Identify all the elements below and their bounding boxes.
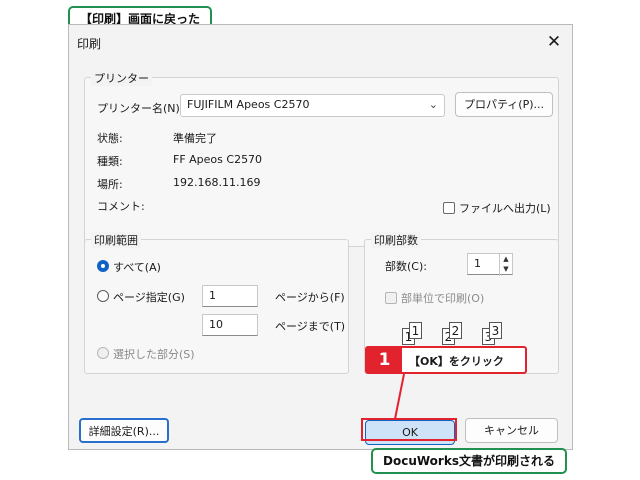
cancel-button[interactable]: キャンセル [465,418,558,443]
location-label: 場所: [97,178,123,191]
radio-pages[interactable] [97,290,109,302]
print-range-group: 印刷範囲 すべて(A) ページ指定(G) 1 ページから(F) 10 ページまで… [84,232,349,374]
printer-select-value: FUJIFILM Apeos C2570 [187,98,310,111]
from-page-input[interactable]: 1 [202,285,258,307]
status-label: 状態: [97,132,123,145]
sheet-icon: 1 [409,322,422,339]
radio-selection-label: 選択した部分(S) [113,348,195,361]
collate-label: 部単位で印刷(O) [401,292,485,305]
copies-group-label: 印刷部数 [371,232,421,248]
printer-select[interactable]: FUJIFILM Apeos C2570 ⌄ [180,94,445,117]
title-bar: 印刷 ✕ [69,25,572,59]
radio-selection[interactable] [97,347,109,359]
copies-stepper[interactable]: 1 ▲ ▼ [467,253,513,276]
step-callout: 1 【OK】をクリック [365,346,527,374]
printer-group: プリンター プリンター名(N): FUJIFILM Apeos C2570 ⌄ … [84,70,559,247]
to-page-input[interactable]: 10 [202,314,258,336]
status-value: 準備完了 [173,132,217,145]
comment-label: コメント: [97,200,145,213]
annotation-bottom-label: DocuWorks文書が印刷される [371,448,567,474]
sheet-icon: 3 [489,322,502,339]
step-number: 1 [367,348,402,372]
step-text: 【OK】をクリック [409,355,504,368]
collate-checkbox[interactable] [385,292,397,304]
chevron-down-icon: ⌄ [428,98,438,111]
copies-count-label: 部数(C): [385,260,427,273]
location-value: 192.168.11.169 [173,176,261,189]
radio-all[interactable] [97,260,109,272]
radio-all-label: すべて(A) [113,261,161,274]
sheet-icon: 2 [449,322,462,339]
print-to-file-label: ファイルへ出力(L) [459,202,551,215]
radio-pages-label: ページ指定(G) [113,291,185,304]
advanced-settings-button[interactable]: 詳細設定(R)... [79,418,169,443]
printer-group-label: プリンター [91,70,152,86]
close-icon[interactable]: ✕ [540,29,568,55]
print-dialog: 印刷 ✕ プリンター プリンター名(N): FUJIFILM Apeos C25… [68,24,573,450]
type-value: FF Apeos C2570 [173,153,263,166]
spin-buttons[interactable]: ▲ ▼ [499,254,512,276]
printer-name-label: プリンター名(N): [97,102,184,115]
dialog-title: 印刷 [77,37,102,51]
print-range-label: 印刷範囲 [91,232,141,248]
from-page-label: ページから(F) [275,291,345,304]
properties-button[interactable]: プロパティ(P)... [455,92,553,117]
to-page-label: ページまで(T) [275,320,346,333]
print-to-file-checkbox[interactable] [443,202,455,214]
type-label: 種類: [97,155,123,168]
ok-button-highlight [361,418,457,441]
copies-count-value: 1 [474,257,481,270]
